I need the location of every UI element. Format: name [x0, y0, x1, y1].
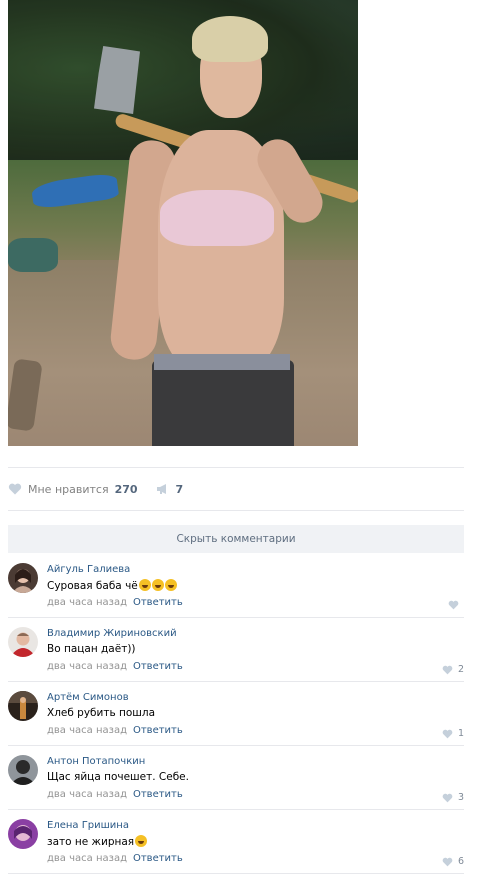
divider	[8, 467, 464, 468]
comment-text-body: Суровая баба чё	[47, 580, 138, 592]
heart-icon	[8, 483, 22, 495]
comment-text: Во пацан даёт))	[47, 643, 136, 655]
like-label: Мне нравится	[28, 482, 109, 496]
comment-like-button[interactable]: 3	[442, 792, 464, 803]
divider	[8, 745, 464, 746]
photo-green-tarp	[8, 238, 58, 272]
comment-meta: два часа назад Ответить	[47, 661, 183, 672]
photo-person-hair	[192, 16, 268, 62]
avatar[interactable]	[8, 563, 38, 593]
like-button[interactable]: Мне нравится 270	[8, 483, 138, 496]
divider	[8, 617, 464, 618]
laughing-emoji-icon	[164, 579, 177, 591]
reply-button[interactable]: Ответить	[133, 853, 183, 864]
reply-button[interactable]: Ответить	[133, 725, 183, 736]
avatar[interactable]	[8, 819, 38, 849]
share-button[interactable]: 7	[156, 482, 184, 496]
heart-icon	[442, 857, 453, 866]
comment-date[interactable]: два часа назад	[47, 725, 127, 736]
avatar[interactable]	[8, 691, 38, 721]
comment-like-button[interactable]: 2	[442, 664, 464, 675]
comment-text: зато не жирная	[47, 835, 148, 848]
divider	[8, 510, 464, 511]
comment-meta: два часа назад Ответить	[47, 597, 183, 608]
comment-like-count: 1	[457, 728, 464, 739]
photo-person-jeans	[152, 360, 294, 446]
comment-meta: два часа назад Ответить	[47, 789, 183, 800]
megaphone-icon	[156, 484, 166, 494]
comment-text: Суровая баба чё	[47, 579, 177, 592]
reply-button[interactable]: Ответить	[133, 789, 183, 800]
divider	[8, 681, 464, 682]
heart-icon	[442, 793, 453, 802]
comment-text: Щас яйца почешет. Себе.	[47, 771, 189, 783]
comment-date[interactable]: два часа назад	[47, 789, 127, 800]
comment-like-button[interactable]	[448, 600, 464, 610]
comment-date[interactable]: два часа назад	[47, 597, 127, 608]
post-photo[interactable]	[8, 0, 358, 446]
grinning-emoji-icon	[135, 835, 148, 847]
reply-button[interactable]: Ответить	[133, 661, 183, 672]
comment-meta: два часа назад Ответить	[47, 853, 183, 864]
post-actions: Мне нравится 270 7	[8, 480, 183, 498]
comment-text: Хлеб рубить пошла	[47, 707, 156, 719]
divider	[8, 873, 464, 874]
comment-like-count: 2	[457, 664, 464, 675]
comment-author[interactable]: Владимир Жириновский	[47, 628, 177, 639]
photo-person-top	[160, 190, 274, 246]
comment-author[interactable]: Антон Потапочкин	[47, 756, 145, 767]
comment-like-count: 6	[457, 856, 464, 867]
avatar[interactable]	[8, 627, 38, 657]
laughing-emoji-icon	[138, 579, 151, 591]
heart-icon	[442, 665, 453, 674]
reply-button[interactable]: Ответить	[133, 597, 183, 608]
divider	[8, 809, 464, 810]
avatar[interactable]	[8, 755, 38, 785]
comment-author[interactable]: Айгуль Галиева	[47, 564, 130, 575]
share-count: 7	[175, 482, 184, 496]
heart-icon	[442, 729, 453, 738]
comment-author[interactable]: Артём Симонов	[47, 692, 129, 703]
comment-meta: два часа назад Ответить	[47, 725, 183, 736]
comment-like-button[interactable]: 1	[442, 728, 464, 739]
comment-author[interactable]: Елена Гришина	[47, 820, 129, 831]
hide-comments-button[interactable]: Скрыть комментарии	[8, 525, 464, 553]
photo-person-belt	[154, 354, 290, 370]
like-count: 270	[114, 482, 138, 496]
comment-date[interactable]: два часа назад	[47, 661, 127, 672]
comment-like-count: 3	[457, 792, 464, 803]
comment-date[interactable]: два часа назад	[47, 853, 127, 864]
comment-like-button[interactable]: 6	[442, 856, 464, 867]
comment-text-body: зато не жирная	[47, 836, 135, 848]
heart-icon	[448, 600, 459, 610]
laughing-emoji-icon	[151, 579, 164, 591]
